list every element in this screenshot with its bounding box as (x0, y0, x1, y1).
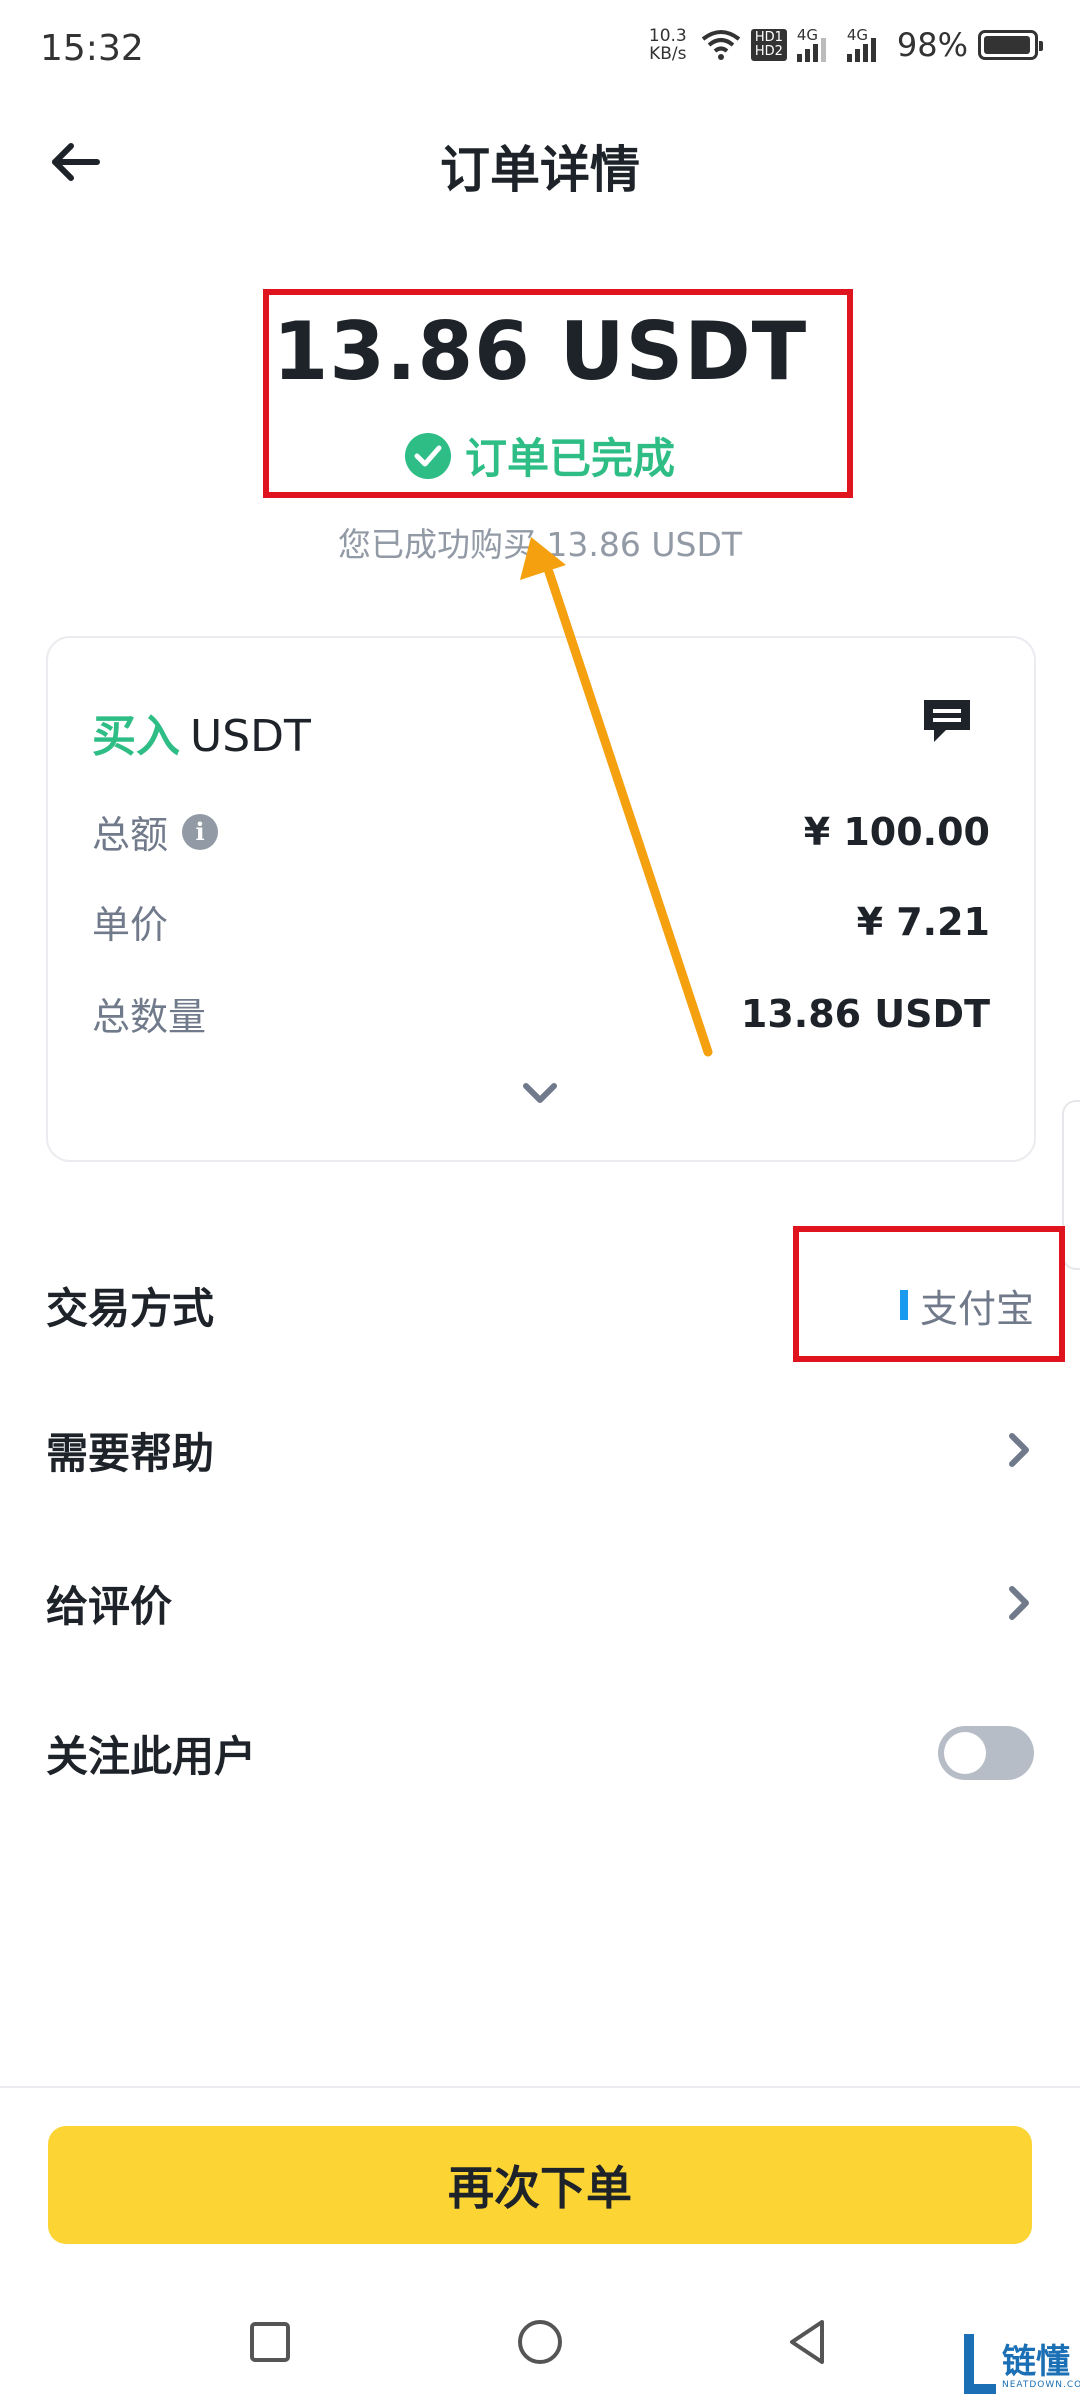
divider (0, 2086, 1080, 2088)
follow-user-row: 关注此用户 (46, 1703, 1034, 1803)
watermark-subtext: NEATDOWN.COM (1002, 2380, 1080, 2390)
back-nav-icon[interactable] (778, 2312, 838, 2372)
chevron-right-icon (1009, 1586, 1029, 1620)
annotation-arrow (520, 537, 713, 1057)
reorder-button[interactable]: 再次下单 (48, 2126, 1032, 2244)
toggle-knob (944, 1732, 986, 1774)
watermark-logo-icon (964, 2334, 996, 2394)
chevron-right-icon (1009, 1433, 1029, 1467)
help-row[interactable]: 需要帮助 (46, 1400, 1034, 1500)
review-label: 给评价 (46, 1581, 173, 1631)
payment-method-label: 交易方式 (46, 1283, 215, 1333)
system-nav-bar (0, 2290, 1080, 2400)
follow-user-toggle[interactable] (938, 1726, 1034, 1780)
recents-icon[interactable] (240, 2312, 300, 2372)
follow-user-label: 关注此用户 (46, 1731, 257, 1781)
watermark-text: 链懂 (1002, 2342, 1070, 2382)
home-icon[interactable] (510, 2312, 570, 2372)
review-row[interactable]: 给评价 (46, 1553, 1034, 1653)
watermark: 链懂 NEATDOWN.COM (962, 2330, 1080, 2400)
help-label: 需要帮助 (46, 1428, 215, 1478)
highlight-box-payment (793, 1226, 1065, 1362)
